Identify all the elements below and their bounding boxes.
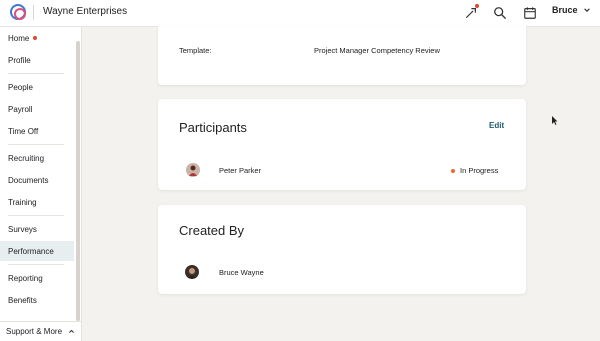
sidebar-item-label: Training	[8, 197, 37, 207]
sidebar-item-label: Documents	[8, 175, 49, 185]
status-dot-icon	[451, 169, 455, 174]
sidebar-item-label: People	[8, 82, 33, 92]
participants-title: Participants	[179, 120, 247, 135]
sidebar-item-label: Time Off	[8, 126, 39, 136]
cursor-icon	[552, 116, 558, 125]
sidebar-item-label: Recruiting	[8, 153, 45, 163]
sidebar-item-recruiting[interactable]: Recruiting	[0, 148, 74, 168]
logo-divider	[33, 5, 34, 20]
company-name: Wayne Enterprises	[43, 6, 128, 17]
created-by-card: Created By Bruce Wayne	[158, 205, 526, 294]
calendar-button[interactable]	[521, 4, 539, 22]
template-label: Template:	[179, 46, 212, 55]
sidebar-item-surveys[interactable]: Surveys	[0, 219, 74, 239]
user-name: Bruce	[552, 5, 578, 15]
participants-card: Participants Edit Peter Parker In Progre…	[158, 99, 526, 190]
user-menu[interactable]: Bruce	[552, 5, 591, 15]
sidebar: Home Profile People Payroll Time Off Rec…	[0, 27, 82, 341]
sidebar-item-training[interactable]: Training	[0, 192, 74, 212]
status-badge: In Progress	[451, 166, 498, 175]
sidebar-item-documents[interactable]: Documents	[0, 170, 74, 190]
support-label: Support & More	[6, 327, 63, 336]
sidebar-item-performance[interactable]: Performance	[0, 241, 74, 261]
sidebar-item-label: Benefits	[8, 295, 37, 305]
sidebar-item-people[interactable]: People	[0, 77, 74, 97]
top-bar: Wayne Enterprises Bruce	[0, 0, 600, 27]
sidebar-item-label: Reporting	[8, 273, 43, 283]
template-value: Project Manager Competency Review	[314, 46, 440, 55]
sidebar-item-home[interactable]: Home	[0, 28, 74, 48]
search-button[interactable]	[491, 4, 509, 22]
search-icon	[494, 7, 506, 19]
rocket-button[interactable]	[462, 4, 480, 22]
support-menu[interactable]: Support & More	[0, 321, 82, 341]
sidebar-item-label: Performance	[8, 246, 54, 256]
avatar[interactable]	[186, 163, 200, 177]
notification-dot	[33, 36, 38, 40]
calendar-icon	[524, 7, 536, 19]
sidebar-item-time-off[interactable]: Time Off	[0, 121, 74, 141]
nav-divider	[8, 144, 64, 145]
nav-divider	[8, 73, 64, 74]
edit-participants-button[interactable]: Edit	[489, 121, 504, 130]
sidebar-item-profile[interactable]: Profile	[0, 50, 74, 70]
nav-divider	[8, 215, 64, 216]
chevron-down-icon	[583, 8, 590, 13]
creator-name[interactable]: Bruce Wayne	[219, 268, 264, 277]
person-icon	[189, 165, 197, 176]
created-by-title: Created By	[179, 223, 245, 238]
sidebar-item-payroll[interactable]: Payroll	[0, 99, 74, 119]
sidebar-item-benefits[interactable]: Benefits	[0, 290, 74, 310]
logo-icon[interactable]	[10, 4, 26, 20]
participant-status: In Progress	[460, 166, 499, 175]
sidebar-item-reporting[interactable]: Reporting	[0, 268, 74, 288]
participant-name[interactable]: Peter Parker	[219, 166, 261, 175]
avatar[interactable]	[185, 265, 199, 279]
nav-divider	[8, 264, 64, 265]
rocket-icon	[466, 8, 476, 18]
chevron-up-icon	[69, 329, 75, 333]
notification-dot	[475, 4, 479, 8]
sidebar-item-label: Payroll	[8, 104, 33, 114]
template-card: Template: Project Manager Competency Rev…	[158, 26, 526, 85]
sidebar-item-label: Surveys	[8, 224, 37, 234]
sidebar-scrollbar[interactable]	[76, 41, 80, 321]
person-icon	[188, 268, 196, 278]
sidebar-item-label: Profile	[8, 55, 31, 65]
sidebar-item-label: Home	[8, 33, 30, 43]
